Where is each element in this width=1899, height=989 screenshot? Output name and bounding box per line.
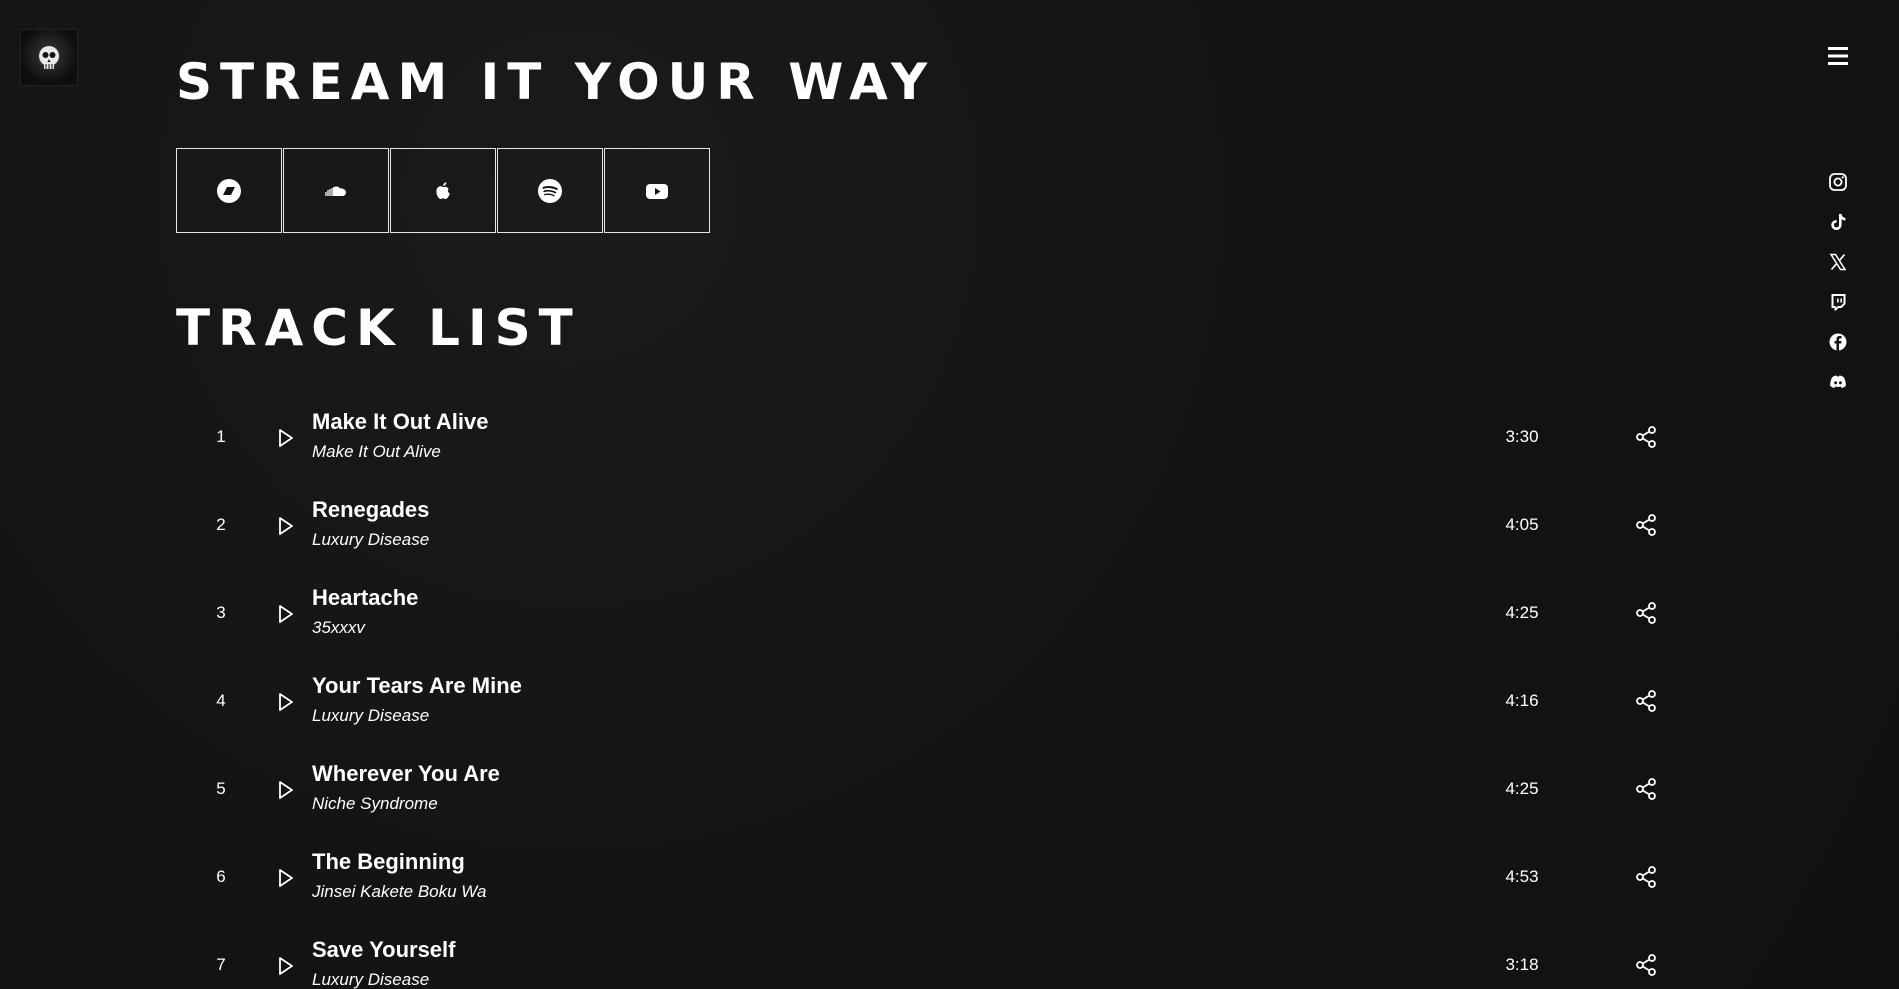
track-album: Luxury Disease <box>312 970 430 989</box>
tracklist-heading: TRACK LIST <box>176 299 581 357</box>
play-icon <box>279 517 293 535</box>
share-icon <box>1636 954 1656 976</box>
play-icon <box>279 605 293 623</box>
spotify-button[interactable] <box>497 148 603 233</box>
track-album: Jinsei Kakete Boku Wa <box>312 882 487 901</box>
track-duration: 4:25 <box>1505 603 1539 622</box>
track-list: 1 Make It Out Alive Make It Out Alive 3:… <box>176 393 1676 989</box>
youtube-button[interactable] <box>604 148 710 233</box>
track-row[interactable]: 5 Wherever You Are Niche Syndrome 4:25 <box>176 745 1676 833</box>
track-number: 4 <box>216 691 226 710</box>
track-title[interactable]: Renegades <box>312 497 429 523</box>
share-icon <box>1636 514 1656 536</box>
facebook-link[interactable] <box>1826 330 1850 354</box>
instagram-link[interactable] <box>1826 170 1850 194</box>
play-button[interactable] <box>272 953 298 979</box>
track-row[interactable]: 1 Make It Out Alive Make It Out Alive 3:… <box>176 393 1676 481</box>
share-icon <box>1636 426 1656 448</box>
track-duration: 4:05 <box>1505 515 1539 534</box>
x-icon <box>1829 253 1847 271</box>
stream-platforms <box>176 148 711 233</box>
track-title[interactable]: Heartache <box>312 585 418 611</box>
youtube-icon <box>646 183 668 199</box>
track-number: 2 <box>216 515 226 534</box>
track-duration: 4:25 <box>1505 779 1539 798</box>
social-links <box>1826 170 1850 410</box>
track-duration: 3:30 <box>1505 427 1539 446</box>
tiktok-link[interactable] <box>1826 210 1850 234</box>
play-button[interactable] <box>272 689 298 715</box>
play-icon <box>279 429 293 447</box>
discord-link[interactable] <box>1826 370 1850 394</box>
spotify-icon <box>538 178 562 203</box>
hamburger-menu-icon <box>1828 47 1848 65</box>
track-title[interactable]: Wherever You Are <box>312 761 500 787</box>
track-album: 35xxxv <box>312 618 365 637</box>
stream-heading: STREAM IT YOUR WAY <box>176 53 936 111</box>
share-button[interactable] <box>1634 865 1660 891</box>
apple-icon <box>436 181 450 199</box>
track-row[interactable]: 6 The Beginning Jinsei Kakete Boku Wa 4:… <box>176 833 1676 921</box>
track-duration: 4:53 <box>1505 867 1539 886</box>
share-button[interactable] <box>1634 425 1660 451</box>
track-row[interactable]: 2 Renegades Luxury Disease 4:05 <box>176 481 1676 569</box>
track-album: Luxury Disease <box>312 530 430 549</box>
soundcloud-button[interactable] <box>283 148 389 233</box>
track-title[interactable]: Make It Out Alive <box>312 409 488 435</box>
track-duration: 3:18 <box>1505 955 1539 974</box>
soundcloud-icon <box>325 185 346 196</box>
play-icon <box>279 957 293 975</box>
track-number: 3 <box>216 603 226 622</box>
track-title[interactable]: The Beginning <box>312 849 465 875</box>
discord-icon <box>1830 375 1846 388</box>
menu-button[interactable] <box>1826 44 1854 68</box>
play-icon <box>279 693 293 711</box>
play-icon <box>279 869 293 887</box>
track-number: 1 <box>216 427 226 446</box>
track-title[interactable]: Your Tears Are Mine <box>312 673 522 699</box>
tiktok-icon <box>1831 214 1846 230</box>
share-button[interactable] <box>1634 953 1660 979</box>
share-button[interactable] <box>1634 689 1660 715</box>
track-album: Make It Out Alive <box>312 442 441 461</box>
bandcamp-button[interactable] <box>176 148 282 233</box>
share-button[interactable] <box>1634 777 1660 803</box>
track-row[interactable]: 4 Your Tears Are Mine Luxury Disease 4:1… <box>176 657 1676 745</box>
track-number: 5 <box>216 779 226 798</box>
share-button[interactable] <box>1634 601 1660 627</box>
play-button[interactable] <box>272 425 298 451</box>
track-album: Niche Syndrome <box>312 794 438 813</box>
track-number: 6 <box>216 867 226 886</box>
play-icon <box>279 781 293 799</box>
track-title[interactable]: Save Yourself <box>312 937 455 963</box>
track-row[interactable]: 3 Heartache 35xxxv 4:25 <box>176 569 1676 657</box>
share-button[interactable] <box>1634 513 1660 539</box>
track-album: Luxury Disease <box>312 706 430 725</box>
facebook-icon <box>1829 333 1847 351</box>
track-number: 7 <box>216 955 226 974</box>
play-button[interactable] <box>272 601 298 627</box>
play-button[interactable] <box>272 865 298 891</box>
bandcamp-icon <box>217 178 241 203</box>
share-icon <box>1636 690 1656 712</box>
band-logo[interactable] <box>20 29 78 86</box>
play-button[interactable] <box>272 513 298 539</box>
instagram-icon <box>1829 173 1847 191</box>
share-icon <box>1636 778 1656 800</box>
twitch-icon <box>1831 294 1846 311</box>
twitch-link[interactable] <box>1826 290 1850 314</box>
play-button[interactable] <box>272 777 298 803</box>
track-row[interactable]: 7 Save Yourself Luxury Disease 3:18 <box>176 921 1676 989</box>
share-icon <box>1636 602 1656 624</box>
track-duration: 4:16 <box>1505 691 1539 710</box>
apple-music-button[interactable] <box>390 148 496 233</box>
x-link[interactable] <box>1826 250 1850 274</box>
share-icon <box>1636 866 1656 888</box>
skull-logo-icon <box>39 45 59 69</box>
